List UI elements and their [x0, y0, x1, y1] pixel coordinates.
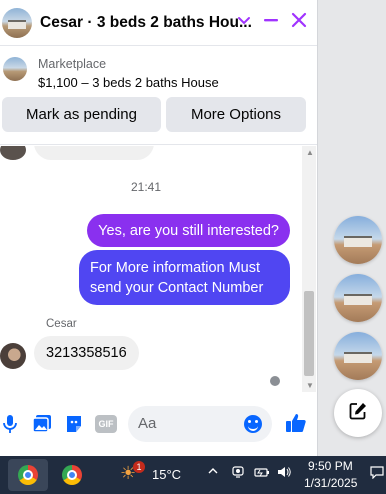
- weather-temperature[interactable]: 15°C: [152, 467, 181, 482]
- listing-source: Marketplace: [38, 57, 107, 71]
- chat-head-avatar[interactable]: [334, 216, 382, 264]
- mark-as-pending-button[interactable]: Mark as pending: [2, 97, 161, 132]
- minimize-icon[interactable]: [263, 11, 279, 33]
- listing-thumbnail[interactable]: [3, 57, 27, 81]
- sender-name: Cesar: [46, 318, 77, 330]
- weather-badge: 1: [133, 461, 145, 473]
- previous-sender-avatar: [0, 146, 26, 160]
- camera-icon[interactable]: [231, 465, 245, 482]
- photo-icon[interactable]: [32, 414, 52, 434]
- outgoing-message[interactable]: Yes, are you still interested?: [87, 214, 290, 247]
- taskbar-chrome-app[interactable]: [8, 459, 48, 491]
- more-options-button[interactable]: More Options: [166, 97, 306, 132]
- message-thread: 21:41 Yes, are you still interested? For…: [0, 146, 317, 392]
- volume-icon[interactable]: [276, 465, 292, 482]
- like-icon[interactable]: [285, 412, 306, 432]
- seen-indicator-avatar: [268, 374, 282, 388]
- clock-time[interactable]: 9:50 PM: [308, 459, 353, 473]
- marketplace-listing-banner: Marketplace $1,100 – 3 beds 2 baths Hous…: [0, 47, 317, 145]
- clock-date[interactable]: 1/31/2025: [304, 476, 357, 490]
- chevron-down-icon[interactable]: [237, 12, 251, 34]
- message-input[interactable]: Aa: [128, 406, 272, 442]
- message-composer: GIF Aa: [0, 400, 317, 448]
- taskbar-chrome-app[interactable]: [52, 459, 92, 491]
- chrome-icon: [18, 465, 38, 485]
- microphone-icon[interactable]: [2, 414, 22, 434]
- chat-head-avatar[interactable]: [334, 332, 382, 380]
- listing-price-title[interactable]: $1,100 – 3 beds 2 baths House: [38, 75, 219, 90]
- sender-avatar[interactable]: [0, 343, 26, 369]
- chevron-up-icon[interactable]: [207, 465, 219, 480]
- incoming-message[interactable]: 3213358516: [34, 336, 139, 370]
- chat-header: Cesar · 3 beds 2 baths Hou...: [0, 0, 317, 46]
- chat-head-avatar[interactable]: [334, 274, 382, 322]
- notification-icon[interactable]: [370, 465, 384, 482]
- chrome-icon: [62, 465, 82, 485]
- previous-message-bubble[interactable]: [34, 146, 154, 160]
- scroll-down-arrow-icon[interactable]: ▼: [306, 381, 314, 390]
- chat-window: Cesar · 3 beds 2 baths Hou... Marketplac…: [0, 0, 318, 456]
- message-input-placeholder: Aa: [138, 415, 157, 432]
- emoji-icon[interactable]: [244, 415, 262, 433]
- gif-label: GIF: [98, 419, 114, 429]
- message-timestamp: 21:41: [130, 180, 162, 194]
- windows-taskbar: ☀ 1 15°C 9:50 PM 1/31/2025: [0, 456, 386, 494]
- scroll-up-arrow-icon[interactable]: ▲: [306, 148, 314, 157]
- outgoing-message[interactable]: For More information Must send your Cont…: [79, 250, 290, 305]
- gif-icon[interactable]: GIF: [95, 415, 117, 433]
- close-icon[interactable]: [291, 11, 307, 33]
- scrollbar-thumb[interactable]: [304, 291, 314, 376]
- contact-avatar[interactable]: [2, 7, 32, 38]
- thread-scrollbar[interactable]: ▲ ▼: [302, 146, 316, 392]
- new-message-button[interactable]: [334, 389, 382, 437]
- battery-icon[interactable]: [254, 465, 270, 482]
- new-message-icon: [348, 401, 368, 426]
- conversation-title[interactable]: Cesar · 3 beds 2 baths Hou...: [40, 14, 252, 32]
- sticker-icon[interactable]: [64, 414, 84, 434]
